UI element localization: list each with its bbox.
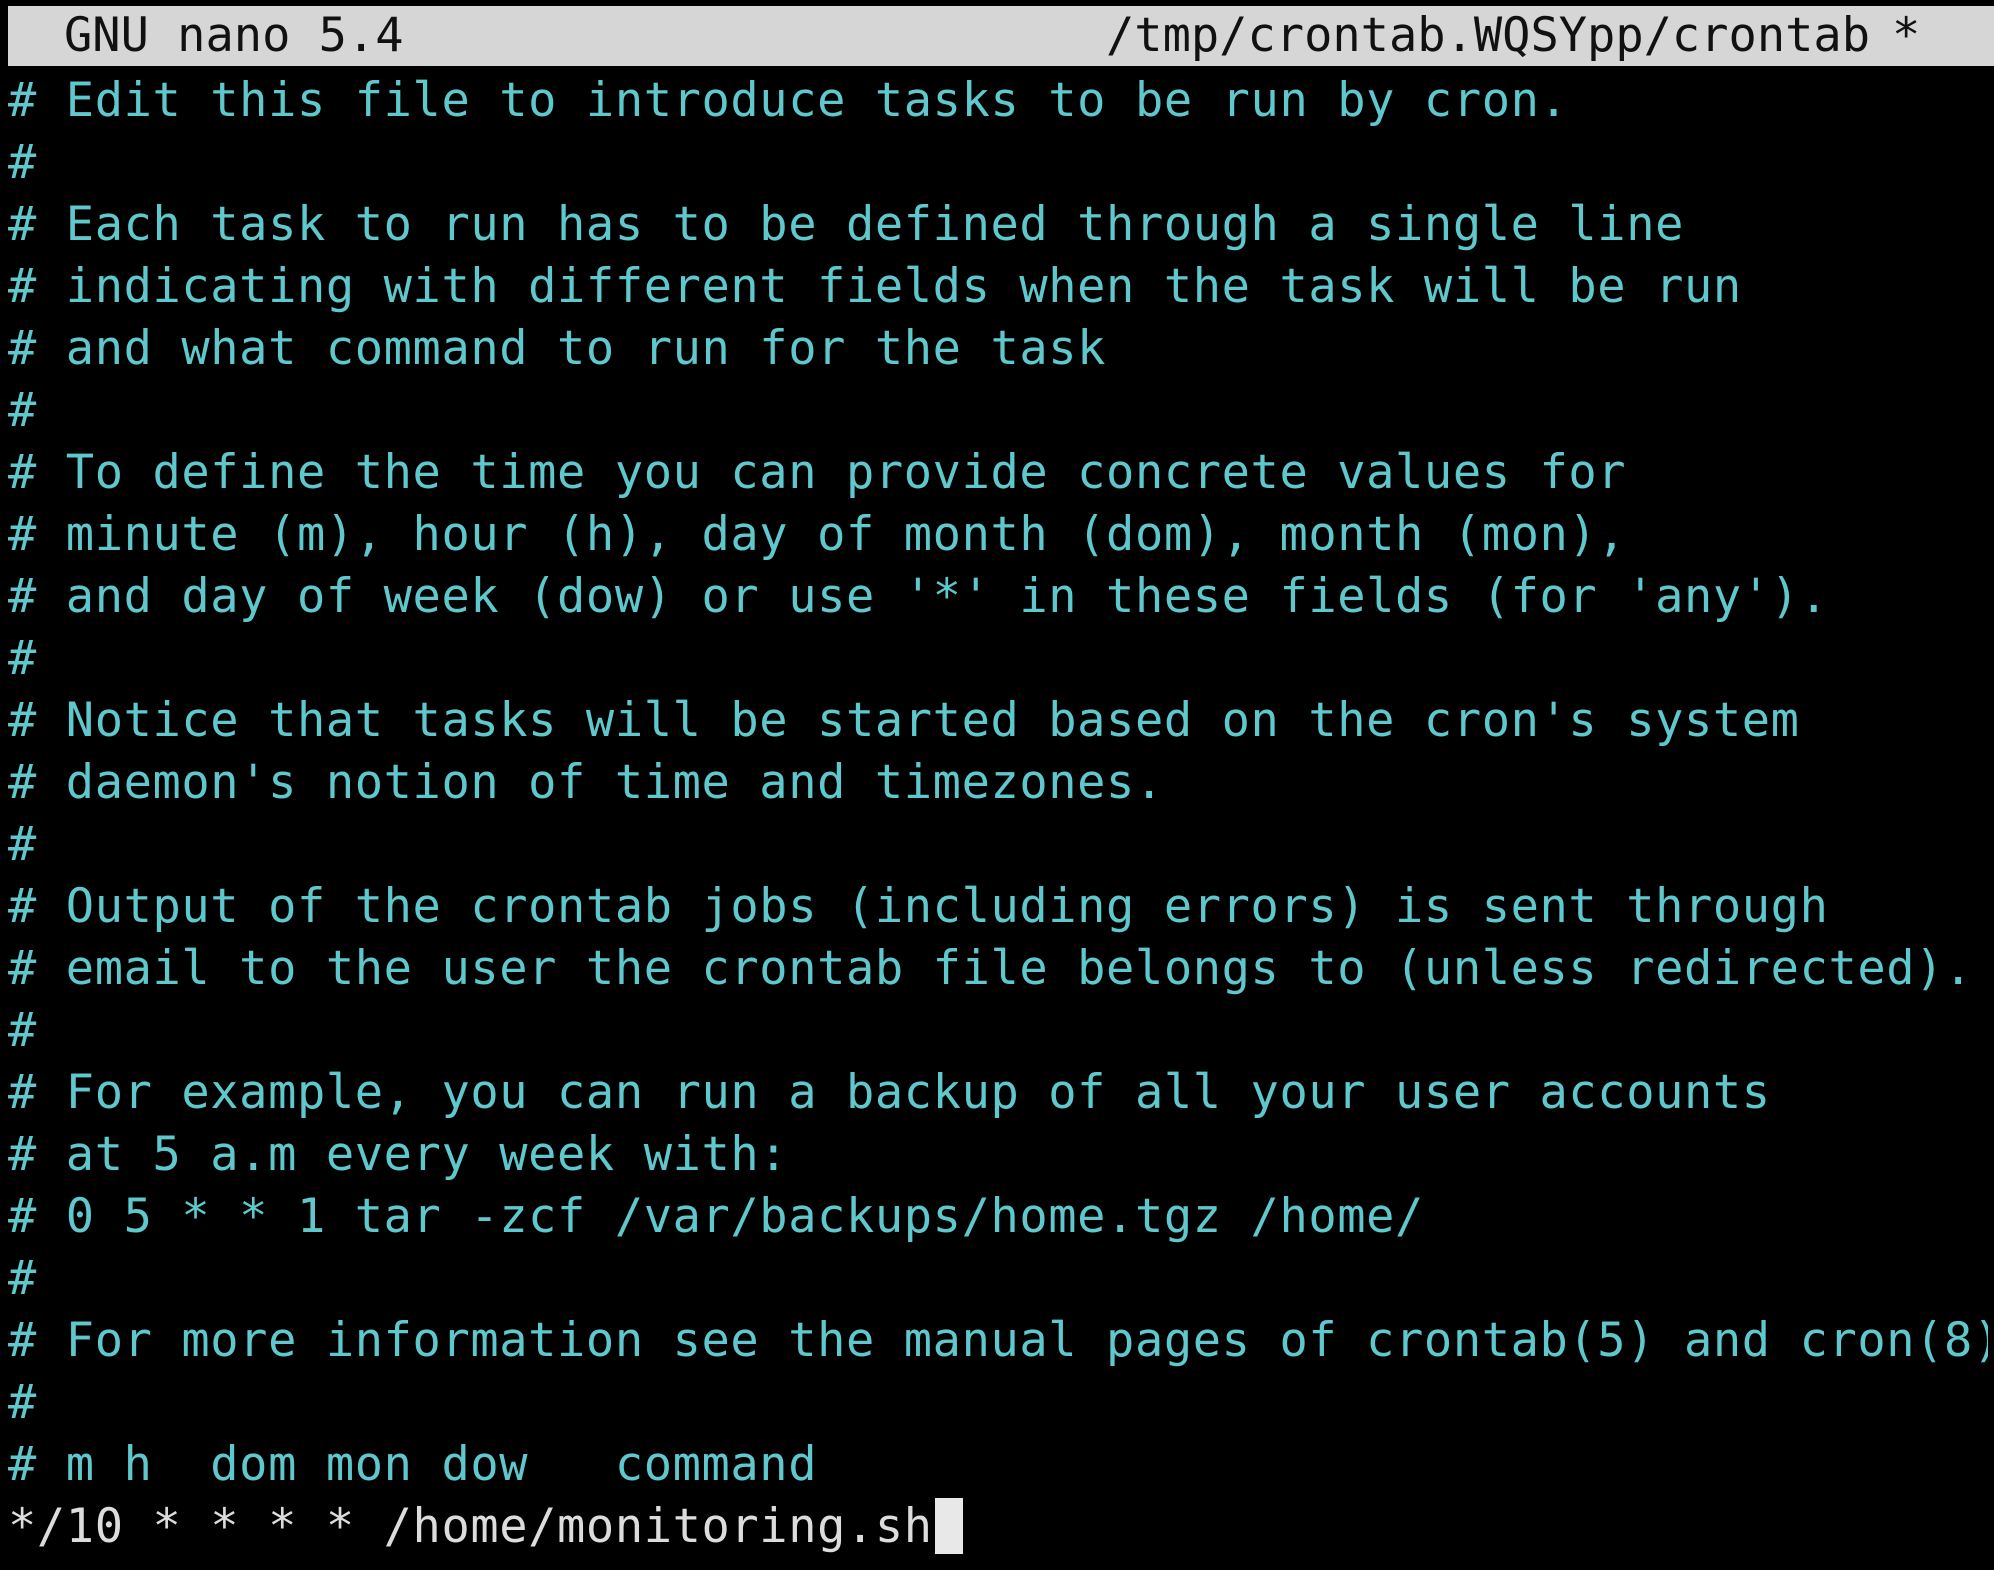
file-path-label: /tmp/crontab.WQSYpp/crontab	[1106, 8, 1871, 63]
cron-job-line[interactable]: */10 * * * * /home/monitoring.sh	[8, 1496, 1988, 1558]
comment-line[interactable]: #	[8, 814, 1988, 876]
comment-line[interactable]: # 0 5 * * 1 tar -zcf /var/backups/home.t…	[8, 1186, 1988, 1248]
comment-line[interactable]: #	[8, 1000, 1988, 1062]
comment-line[interactable]: # Output of the crontab jobs (including …	[8, 876, 1988, 938]
nano-version-label: GNU nano 5.4	[64, 8, 404, 63]
comment-line[interactable]: #	[8, 1372, 1988, 1434]
comment-line[interactable]: # Edit this file to introduce tasks to b…	[8, 70, 1988, 132]
comment-line[interactable]: # For example, you can run a backup of a…	[8, 1062, 1988, 1124]
comment-line[interactable]: # minute (m), hour (h), day of month (do…	[8, 504, 1988, 566]
comment-line[interactable]: #	[8, 132, 1988, 194]
comment-line[interactable]: # email to the user the crontab file bel…	[8, 938, 1988, 1000]
nano-titlebar: GNU nano 5.4 /tmp/crontab.WQSYpp/crontab…	[8, 6, 1994, 66]
comment-line[interactable]: #	[8, 628, 1988, 690]
modified-indicator: *	[1892, 8, 1921, 63]
comment-line[interactable]: #	[8, 1248, 1988, 1310]
comment-line[interactable]: # Notice that tasks will be started base…	[8, 690, 1988, 752]
terminal-window[interactable]: GNU nano 5.4 /tmp/crontab.WQSYpp/crontab…	[0, 0, 1994, 1570]
comment-line[interactable]: # For more information see the manual pa…	[8, 1310, 1988, 1372]
comment-line[interactable]: # Each task to run has to be defined thr…	[8, 194, 1988, 256]
comment-line[interactable]: # and what command to run for the task	[8, 318, 1988, 380]
text-cursor	[934, 1498, 963, 1554]
comment-line[interactable]: # daemon's notion of time and timezones.	[8, 752, 1988, 814]
comment-line[interactable]: # and day of week (dow) or use '*' in th…	[8, 566, 1988, 628]
cron-job-text: */10 * * * * /home/monitoring.sh	[8, 1499, 933, 1554]
comment-line[interactable]: # at 5 a.m every week with:	[8, 1124, 1988, 1186]
comment-line[interactable]: # indicating with different fields when …	[8, 256, 1988, 318]
comment-line[interactable]: # To define the time you can provide con…	[8, 442, 1988, 504]
comment-line[interactable]: # m h dom mon dow command	[8, 1434, 1988, 1496]
editor-buffer[interactable]: # Edit this file to introduce tasks to b…	[8, 70, 1988, 1558]
comment-line[interactable]: #	[8, 380, 1988, 442]
